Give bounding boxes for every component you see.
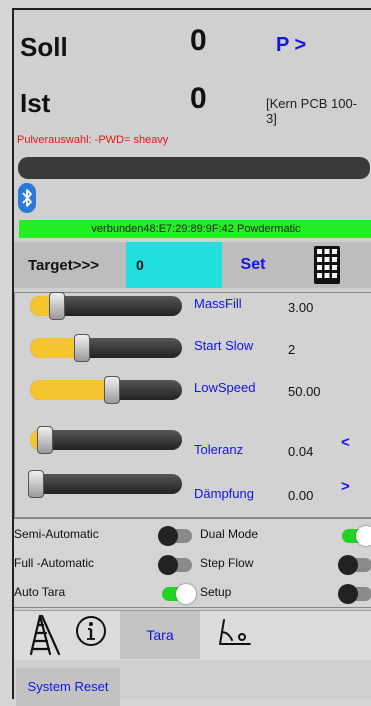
slider-value: 50.00 xyxy=(288,384,321,399)
keypad-icon[interactable] xyxy=(314,246,340,284)
dual-mode-toggle[interactable] xyxy=(342,526,371,546)
slider-handle[interactable] xyxy=(49,292,66,320)
slider-handle[interactable] xyxy=(37,426,54,454)
info-icon[interactable] xyxy=(74,614,108,648)
setup-label: Setup xyxy=(200,585,232,599)
target-label: Target>>> xyxy=(28,257,100,274)
dual-mode-label: Dual Mode xyxy=(200,527,259,541)
auto-tara-toggle[interactable] xyxy=(162,584,196,604)
slider-fill xyxy=(30,296,52,316)
slider-value: 2 xyxy=(288,342,296,357)
slider-handle[interactable] xyxy=(104,376,120,404)
semi-automatic-label: Semi-Automatic xyxy=(14,527,99,541)
slider-value: 0.00 xyxy=(288,488,314,503)
app-frame: Soll 0 P > Ist 0 [Kern PCB 100-3] Pulver… xyxy=(12,8,371,706)
full-automatic-label: Full -Automatic xyxy=(14,556,95,570)
ramp-icon[interactable] xyxy=(218,618,252,648)
slider-label: Dämpfung xyxy=(194,486,254,501)
increase-button[interactable]: > xyxy=(341,478,350,495)
slider-value: 3.00 xyxy=(288,300,314,315)
slider-handle[interactable] xyxy=(28,470,44,498)
powder-selection: Pulverauswahl: -PWD= sheavy xyxy=(17,134,169,146)
slider-value: 0.04 xyxy=(288,444,314,459)
system-reset-button[interactable]: System Reset xyxy=(16,668,120,706)
decrease-button[interactable]: < xyxy=(341,434,350,451)
slider-track[interactable] xyxy=(30,474,182,494)
progress-bar xyxy=(18,157,370,179)
slider-fill xyxy=(30,338,76,358)
step-flow-toggle[interactable] xyxy=(338,555,371,575)
tab-tara[interactable]: Tara xyxy=(120,611,200,659)
slider-track[interactable] xyxy=(30,338,182,358)
ladder-icon[interactable] xyxy=(28,613,62,657)
ist-label: Ist xyxy=(20,88,51,118)
semi-automatic-toggle[interactable] xyxy=(158,526,192,546)
set-button[interactable]: Set xyxy=(222,242,284,288)
slider-label: LowSpeed xyxy=(194,380,256,395)
slider-fill xyxy=(30,380,106,400)
auto-tara-label: Auto Tara xyxy=(14,585,66,599)
target-input[interactable]: 0 xyxy=(126,242,222,288)
setup-toggle[interactable] xyxy=(338,584,371,604)
bluetooth-icon[interactable] xyxy=(18,183,36,213)
ist-value: 0 xyxy=(190,82,207,115)
soll-label: Soll xyxy=(20,32,68,62)
soll-value: 0 xyxy=(190,24,207,57)
connection-status: verbunden48:E7:29:89:9F:42 Powdermatic xyxy=(19,220,371,238)
step-flow-label: Step Flow xyxy=(200,556,254,570)
slider-label: MassFill xyxy=(194,296,242,311)
slider-handle[interactable] xyxy=(73,334,90,362)
full-automatic-toggle[interactable] xyxy=(158,555,192,575)
p-button[interactable]: P > xyxy=(276,34,306,57)
slider-label: Toleranz xyxy=(194,442,244,457)
scale-model: [Kern PCB 100-3] xyxy=(266,96,358,126)
slider-label: Start Slow xyxy=(194,338,254,353)
